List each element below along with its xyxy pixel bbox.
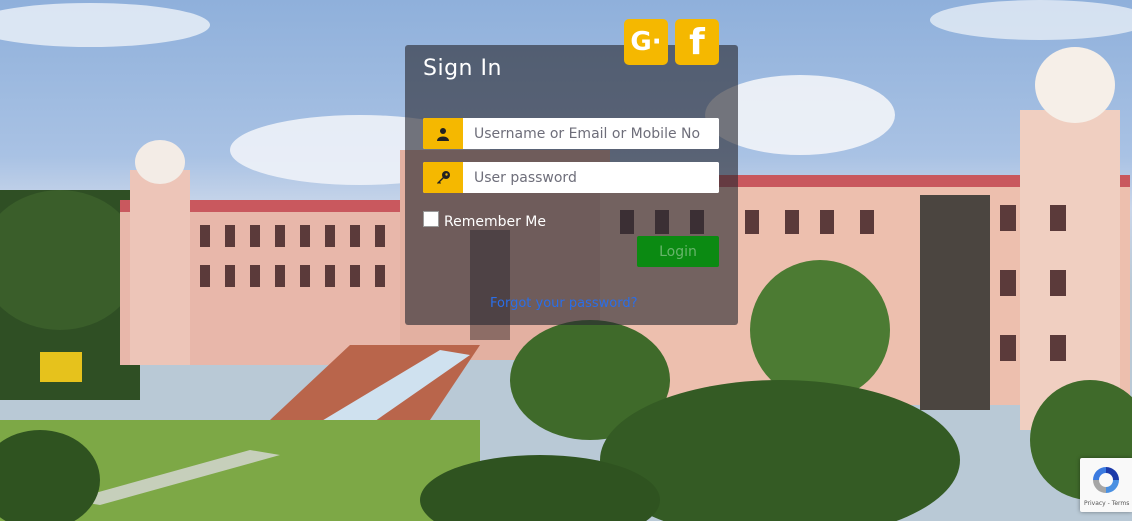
remember-me: Remember Me	[423, 208, 546, 230]
recaptcha-icon	[1093, 467, 1119, 493]
login-button[interactable]: Login	[637, 236, 719, 267]
username-input[interactable]	[463, 118, 719, 149]
forgot-password-link[interactable]: Forgot your password?	[490, 296, 638, 311]
google-login-button[interactable]: G·	[624, 19, 668, 65]
google-icon: G·	[630, 27, 662, 57]
facebook-login-button[interactable]: f	[675, 19, 719, 65]
recaptcha-footer[interactable]: Privacy - Terms	[1084, 500, 1129, 507]
password-field-group	[423, 162, 719, 193]
remember-me-label: Remember Me	[444, 214, 546, 230]
user-icon	[423, 118, 463, 149]
facebook-icon: f	[689, 21, 705, 63]
signin-title: Sign In	[423, 56, 502, 81]
key-icon	[423, 162, 463, 193]
signin-panel: Sign In G· f Remember Me Login Forgot yo	[405, 19, 738, 325]
password-input[interactable]	[463, 162, 719, 193]
username-field-group	[423, 118, 719, 149]
recaptcha-badge[interactable]: Privacy - Terms	[1080, 458, 1132, 512]
remember-me-checkbox[interactable]	[423, 211, 439, 227]
